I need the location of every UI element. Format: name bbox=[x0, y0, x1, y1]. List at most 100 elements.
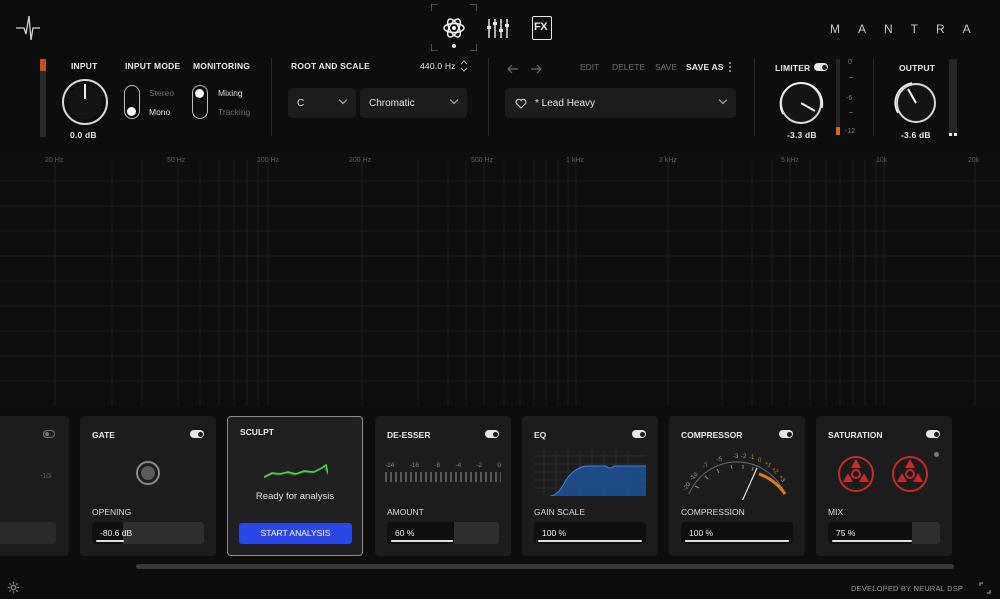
eq-curve bbox=[534, 450, 646, 497]
tuning-stepper-icon[interactable] bbox=[460, 59, 468, 72]
freq-label-1khz: 1 kHz bbox=[566, 157, 584, 164]
input-mode-mono[interactable]: Mono bbox=[149, 107, 170, 117]
gate-indicator-icon bbox=[136, 461, 160, 485]
spectrum-analyzer[interactable] bbox=[0, 150, 1000, 406]
freq-label-10k: 10k bbox=[876, 157, 888, 164]
sculpt-curve-icon bbox=[263, 463, 329, 483]
compressor-param-label: COMPRESSION bbox=[681, 507, 745, 517]
deesser-scale: -4 bbox=[455, 462, 462, 469]
compressor-vu-meter: -20 -10 -7 -5 -3 -2 -1 0 +1 +2 +3 bbox=[681, 448, 793, 509]
monitoring-switch[interactable] bbox=[192, 85, 208, 119]
preset-delete-button[interactable]: DELETE bbox=[612, 62, 645, 72]
compressor-toggle[interactable] bbox=[779, 430, 793, 438]
scale-select[interactable]: Chromatic bbox=[360, 88, 467, 118]
undo-arrow-icon[interactable] bbox=[507, 61, 519, 74]
redo-arrow-icon[interactable] bbox=[530, 61, 542, 74]
deesser-scale: 0 bbox=[497, 462, 501, 469]
saturation-toggle[interactable] bbox=[926, 430, 940, 438]
scale-value: Chromatic bbox=[369, 97, 415, 109]
tab-fx[interactable]: FX bbox=[532, 16, 552, 40]
deesser-param-label: AMOUNT bbox=[387, 507, 424, 517]
compressor-scale-mark: 0 bbox=[758, 458, 762, 464]
more-options-icon[interactable] bbox=[728, 60, 732, 72]
settings-gear-icon[interactable] bbox=[7, 581, 20, 594]
deesser-scale: -8 bbox=[434, 462, 441, 469]
output-value: -3.6 dB bbox=[901, 130, 931, 140]
compressor-scale-mark: -1 bbox=[749, 455, 755, 461]
deesser-amount-slider[interactable]: 60 % bbox=[387, 522, 499, 544]
module-card-compressor[interactable]: COMPRESSOR -20 -10 -7 -5 -3 -2 -1 0 +1 +… bbox=[669, 416, 805, 556]
compressor-title: COMPRESSOR bbox=[681, 430, 743, 440]
module-card-deesser[interactable]: DE-ESSER -24 -16 -8 -4 -2 0 AMOUNT 60 % bbox=[375, 416, 511, 556]
root-select[interactable]: C bbox=[288, 88, 356, 118]
freq-label-50hz: 50 Hz bbox=[167, 157, 186, 164]
root-scale-label: ROOT AND SCALE bbox=[291, 61, 370, 71]
input-knob[interactable] bbox=[62, 79, 108, 125]
limiter-label: LIMITER bbox=[775, 63, 811, 73]
compressor-scale: -20 -10 -7 -5 -3 -2 -1 0 +1 +2 +3 bbox=[681, 448, 793, 500]
deesser-scale: -2 bbox=[476, 462, 483, 469]
module-card-sculpt[interactable]: SCULPT Ready for analysis START ANALYSIS bbox=[227, 416, 363, 556]
compressor-scale-mark: -20 bbox=[682, 481, 693, 493]
module-card-partial[interactable]: -10i bbox=[0, 416, 69, 556]
resize-handle-icon[interactable] bbox=[979, 581, 991, 594]
eq-param-label: GAIN SCALE bbox=[534, 507, 586, 517]
monitoring-mixing[interactable]: Mixing bbox=[218, 88, 243, 98]
eq-toggle[interactable] bbox=[632, 430, 646, 438]
compressor-scale-mark: -10 bbox=[689, 471, 700, 483]
preset-select[interactable]: * Lead Heavy bbox=[505, 88, 736, 118]
tab-analyzer[interactable] bbox=[430, 3, 478, 52]
limiter-scale-12: -12 bbox=[845, 128, 856, 135]
tuning-value[interactable]: 440.0 Hz bbox=[420, 61, 456, 71]
deesser-scale: -24 bbox=[385, 462, 395, 469]
analyzer-grid bbox=[0, 160, 1000, 406]
saturation-reel-icon bbox=[890, 454, 930, 494]
start-analysis-button[interactable]: START ANALYSIS bbox=[239, 523, 352, 544]
divider bbox=[873, 58, 874, 136]
compressor-scale-mark: -7 bbox=[701, 462, 710, 470]
preset-save-button[interactable]: SAVE bbox=[655, 62, 677, 72]
root-value: C bbox=[297, 97, 305, 109]
input-meter bbox=[40, 59, 46, 137]
atom-icon bbox=[443, 17, 465, 39]
compressor-scale-mark: -5 bbox=[716, 456, 724, 464]
preset-edit-button[interactable]: EDIT bbox=[580, 62, 599, 72]
eq-title: EQ bbox=[534, 430, 547, 440]
gate-param-label: OPENING bbox=[92, 507, 132, 517]
limiter-meter bbox=[836, 59, 840, 135]
input-mode-switch[interactable] bbox=[124, 85, 140, 119]
output-knob[interactable] bbox=[892, 79, 940, 127]
limiter-toggle[interactable] bbox=[814, 63, 828, 71]
freq-label-5khz: 5 kHz bbox=[781, 157, 799, 164]
input-value: 0.0 dB bbox=[70, 130, 97, 140]
saturation-reel-icon bbox=[836, 454, 876, 494]
sliders-icon bbox=[487, 19, 509, 38]
divider bbox=[754, 58, 755, 136]
input-label: INPUT bbox=[71, 61, 98, 71]
tab-mixer[interactable] bbox=[487, 17, 509, 39]
app-logo-icon bbox=[16, 14, 40, 42]
heart-icon[interactable] bbox=[515, 98, 527, 109]
eq-gain-scale-slider[interactable]: 100 % bbox=[534, 522, 646, 544]
gate-param-value: -80.6 dB bbox=[100, 528, 133, 538]
preset-save-as-button[interactable]: SAVE AS bbox=[686, 62, 724, 72]
gate-title: GATE bbox=[92, 430, 115, 440]
module-card-gate[interactable]: GATE OPENING -80.6 dB bbox=[80, 416, 216, 556]
gate-toggle[interactable] bbox=[190, 430, 204, 438]
footer-credit: DEVELOPED BY NEURAL DSP bbox=[851, 584, 964, 593]
monitoring-tracking[interactable]: Tracking bbox=[218, 107, 250, 117]
modules-scrollbar[interactable] bbox=[136, 564, 954, 569]
gate-opening-slider[interactable]: -80.6 dB bbox=[92, 522, 204, 544]
freq-label-500hz: 500 Hz bbox=[471, 157, 494, 164]
deesser-toggle[interactable] bbox=[485, 430, 499, 438]
limiter-knob[interactable] bbox=[776, 78, 826, 128]
deesser-scale: -16 bbox=[409, 462, 420, 469]
module-card-saturation[interactable]: SATURATION MIX 75 % bbox=[816, 416, 952, 556]
limiter-scale-0: 0 bbox=[848, 59, 852, 66]
saturation-title: SATURATION bbox=[828, 430, 883, 440]
saturation-mix-slider[interactable]: 75 % bbox=[828, 522, 940, 544]
compressor-compression-slider[interactable]: 100 % bbox=[681, 522, 793, 544]
chevron-down-icon bbox=[449, 95, 459, 105]
module-card-eq[interactable]: EQ GAIN SCALE 100 % bbox=[522, 416, 658, 556]
input-mode-stereo[interactable]: Stereo bbox=[149, 88, 174, 98]
